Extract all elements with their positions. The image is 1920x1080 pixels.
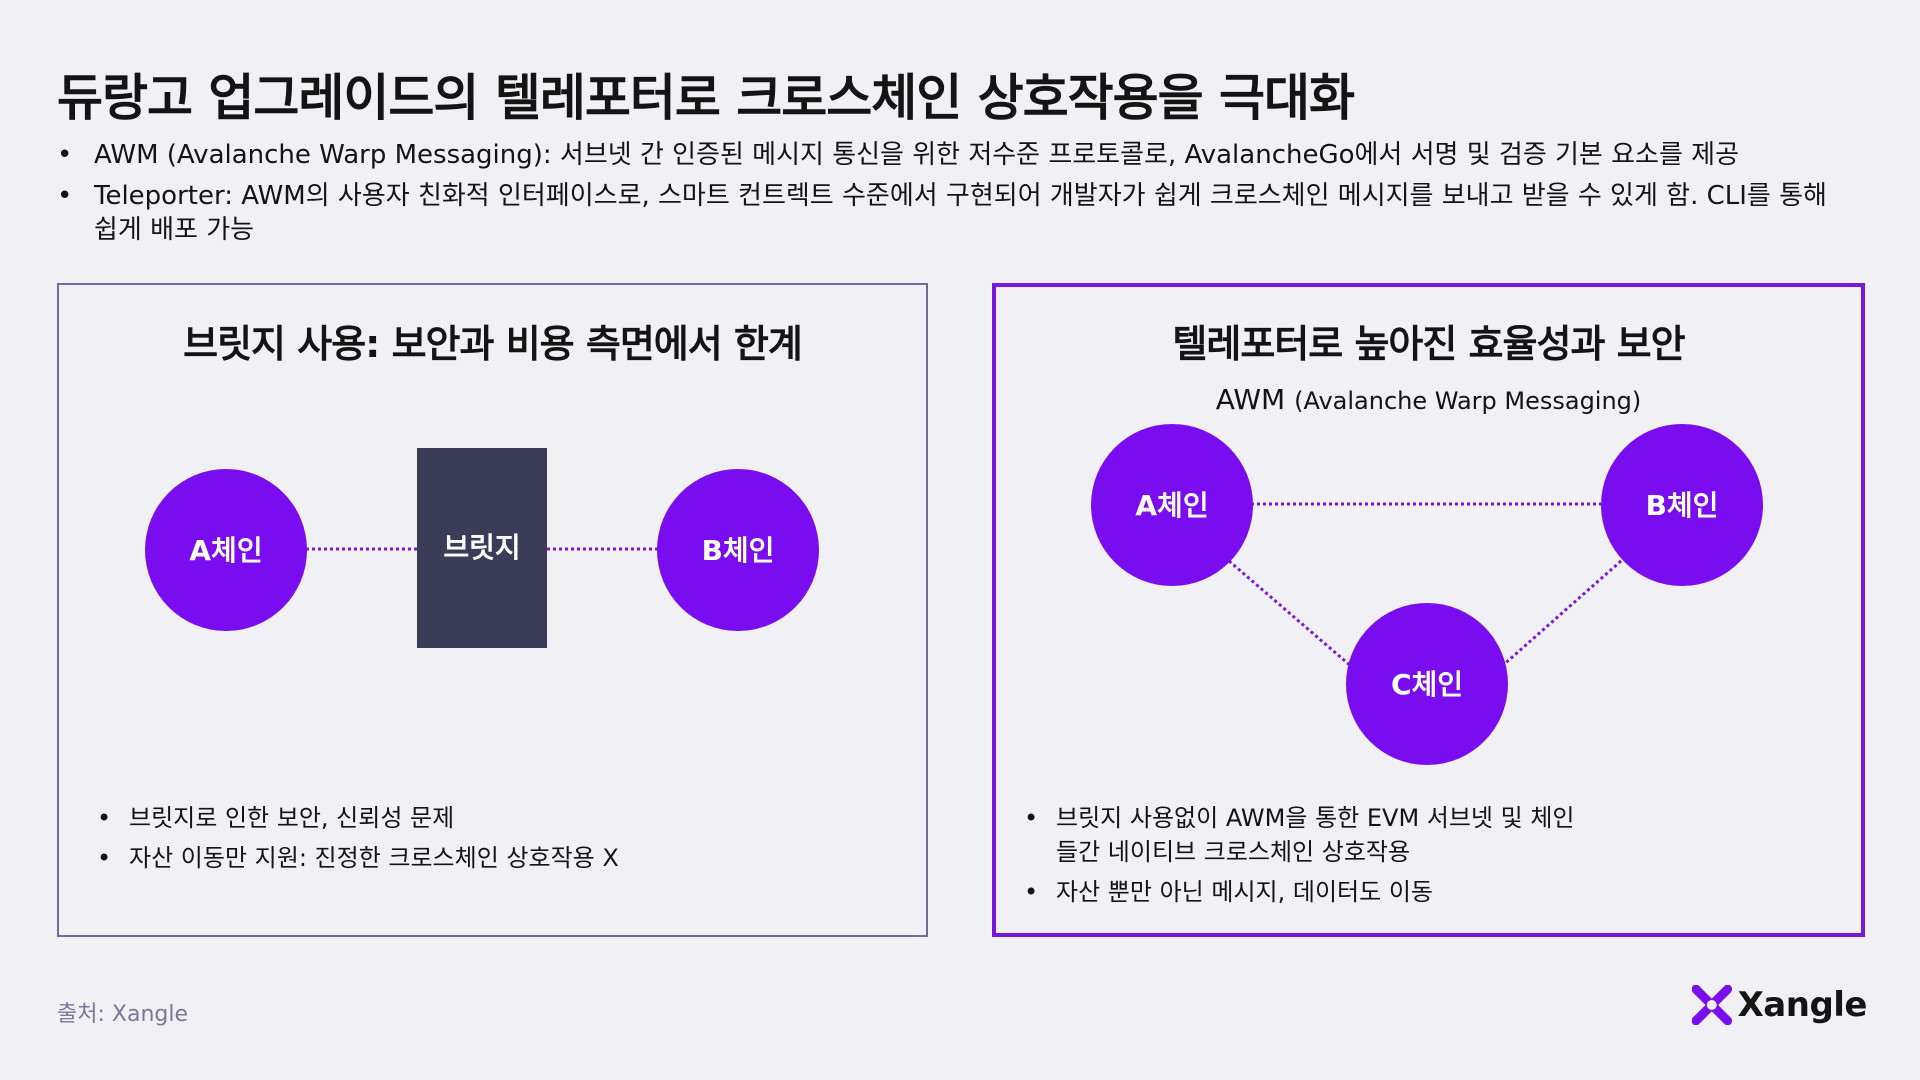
chain-node-a-label: A체인 [189, 534, 262, 567]
xangle-logo-text: Xangle [1737, 985, 1868, 1025]
chain-node-a-label: A체인 [1135, 489, 1208, 522]
page-title: 듀랑고 업그레이드의 텔레포터로 크로스체인 상호작용을 극대화 [57, 69, 1355, 127]
bullet-awm: AWM (Avalanche Warp Messaging): 서브넷 간 인증… [57, 138, 1857, 172]
bridge-bullet-security: 브릿지로 인한 보안, 신뢰성 문제 [95, 801, 895, 835]
bridge-bullet-asset: 자산 이동만 지원: 진정한 크로스체인 상호작용 X [95, 841, 895, 875]
teleporter-bullet-native: 브릿지 사용없이 AWM을 통한 EVM 서브넷 및 체인들간 네이티브 크로스… [1022, 801, 1596, 869]
teleporter-panel: 텔레포터로 높아진 효율성과 보안 AWM (Avalanche Warp Me… [992, 283, 1865, 937]
chain-node-c-label: C체인 [1391, 668, 1463, 701]
bridge-panel: 브릿지 사용: 보안과 비용 측면에서 한계 A체인 브릿지 B체인 브릿지로 … [57, 283, 928, 937]
xangle-logo: Xangle [1692, 980, 1868, 1030]
source-note: 출처: Xangle [57, 1002, 188, 1027]
bridge-diagram: A체인 브릿지 B체인 [145, 448, 819, 648]
chain-node-b-label: B체인 [1646, 489, 1719, 522]
bridge-bullets: 브릿지로 인한 보안, 신뢰성 문제 자산 이동만 지원: 진정한 크로스체인 … [95, 801, 895, 881]
bullet-teleporter: Teleporter: AWM의 사용자 친화적 인터페이스로, 스마트 컨트렉… [57, 179, 1857, 247]
bridge-box-label: 브릿지 [443, 531, 520, 564]
xangle-x-icon [1692, 985, 1732, 1025]
intro-bullets: AWM (Avalanche Warp Messaging): 서브넷 간 인증… [57, 138, 1857, 254]
chain-node-b-label: B체인 [702, 534, 775, 567]
connector-b-c [1500, 559, 1622, 669]
connector-a-c [1228, 559, 1353, 669]
teleporter-diagram: A체인 B체인 C체인 [1091, 424, 1763, 765]
teleporter-bullet-data: 자산 뿐만 아닌 메시지, 데이터도 이동 [1022, 875, 1822, 909]
teleporter-bullets: 브릿지 사용없이 AWM을 통한 EVM 서브넷 및 체인들간 네이티브 크로스… [1022, 801, 1822, 915]
